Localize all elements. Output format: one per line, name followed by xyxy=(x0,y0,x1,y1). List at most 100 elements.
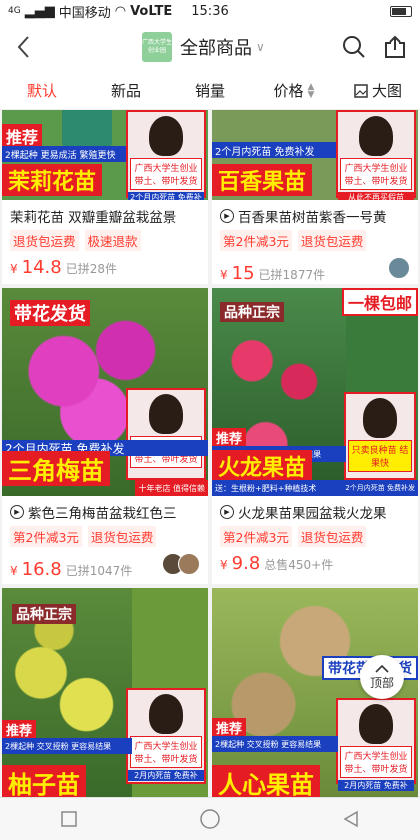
seller-photo: 广西大学生创业 带土、带叶发货 从此不再买假苗 xyxy=(336,110,416,200)
promo-tag: 退货包运费 xyxy=(87,526,157,547)
tab-price-label: 价格 xyxy=(273,82,304,100)
system-nav-bar xyxy=(0,797,420,840)
product-card[interactable]: 品种正宗 一棵包邮 只卖良种苗 结果快 推荐 2棵起种 交叉授粉 更容易结果 火… xyxy=(212,288,418,584)
tab-sales-label: 销量 xyxy=(194,82,225,100)
sort-arrows-icon: ▲ ▼ xyxy=(307,81,315,100)
back-icon xyxy=(17,36,29,58)
buyer-avatars xyxy=(162,553,200,575)
image-product-name: 百香果苗 xyxy=(212,164,313,196)
product-card[interactable]: 推荐 2棵起种 更易成活 繁殖更快 茉莉花苗 广西大学生创业 带土、带叶发货 2… xyxy=(2,110,208,284)
tab-new-label: 新品 xyxy=(110,82,141,100)
quality-badge: 品种正宗 xyxy=(12,604,76,624)
tab-large-view[interactable]: 大图 xyxy=(336,80,420,101)
tab-default[interactable]: 默认 xyxy=(0,80,84,101)
seller-sign: 广西大学生创业 带土、带叶发货 xyxy=(130,158,202,190)
image-subtitle: 2棵起种 交叉授粉 更容易结果 xyxy=(2,738,132,754)
product-title[interactable]: 茉莉花苗 双瓣重瓣盆栽盆景 xyxy=(2,200,208,226)
product-title[interactable]: ▶ 百香果苗树苗紫香一号黄 xyxy=(212,200,418,226)
image-banner: 2个月内死苗 免费补发 xyxy=(212,142,338,158)
share-icon[interactable] xyxy=(384,35,406,59)
seller-photo-footer: 2月内死苗 免费补 xyxy=(128,770,204,781)
currency-symbol: ¥ xyxy=(220,558,228,572)
promo-tag: 退货包运费 xyxy=(10,230,79,251)
product-price: 16.8 xyxy=(21,559,62,580)
quality-badge: 品种正宗 xyxy=(220,302,284,322)
seller-head xyxy=(149,694,183,734)
back-to-top-button[interactable]: 顶部 xyxy=(360,655,404,699)
image-product-name: 茉莉花苗 xyxy=(2,164,103,196)
seller-photo: 广西大学生创业 带土、带叶发货 xyxy=(126,388,206,480)
tab-sales[interactable]: 销量 xyxy=(168,80,252,101)
product-title-text: 百香果苗树苗紫香一号黄 xyxy=(238,210,387,226)
home-icon[interactable] xyxy=(199,808,221,830)
sold-count: 总售450+件 xyxy=(264,558,334,572)
tab-default-label: 默认 xyxy=(26,82,57,100)
seller-photo: 只卖良种苗 结果快 xyxy=(344,392,416,480)
tab-new[interactable]: 新品 xyxy=(84,80,168,101)
product-title-text: 紫色三角梅苗盆栽红色三 xyxy=(28,506,177,522)
product-image[interactable]: 品种正宗 一棵包邮 只卖良种苗 结果快 推荐 2棵起种 交叉授粉 更容易结果 火… xyxy=(212,288,418,496)
product-image[interactable]: 2个月内死苗 免费补发 百香果苗 广西大学生创业 带土、带叶发货 从此不再买假苗 xyxy=(212,110,418,200)
seller-head xyxy=(359,116,393,156)
product-image[interactable]: 推荐 2棵起种 更易成活 繁殖更快 茉莉花苗 广西大学生创业 带土、带叶发货 2… xyxy=(2,110,208,200)
image-product-name: 火龙果苗 xyxy=(212,450,313,482)
avatar xyxy=(388,257,410,279)
promo-tag: 极速退款 xyxy=(84,230,141,251)
back-to-top-label: 顶部 xyxy=(369,675,394,690)
buyer-avatars xyxy=(388,257,410,279)
promo-tag: 退货包运费 xyxy=(297,526,367,547)
recommend-badge: 推荐 xyxy=(212,428,247,447)
flower-badge: 带花发货 xyxy=(10,300,90,326)
avatar xyxy=(178,553,200,575)
sort-tabs: 默认 新品 销量 价格 ▲ ▼ 大图 xyxy=(0,72,420,110)
video-play-icon: ▶ xyxy=(10,505,24,519)
free-shipping-badge: 一棵包邮 xyxy=(341,288,418,316)
recent-apps-icon[interactable] xyxy=(60,810,78,828)
sold-count: 已拼1047件 xyxy=(65,564,133,578)
back-button[interactable] xyxy=(0,22,46,72)
product-card[interactable]: 品种正宗 广西大学生创业 带土、带叶发货 2月内死苗 免费补 推荐 2棵起种 交… xyxy=(2,588,208,800)
product-title[interactable]: ▶ 紫色三角梅苗盆栽红色三 xyxy=(2,496,208,522)
sold-count: 已拼28件 xyxy=(65,262,117,276)
promo-tag: 第2件减3元 xyxy=(10,526,82,547)
image-product-name: 柚子苗 xyxy=(2,765,86,800)
chevron-up-icon xyxy=(375,664,389,673)
product-card[interactable]: 2个月内死苗 免费补发 百香果苗 广西大学生创业 带土、带叶发货 从此不再买假苗… xyxy=(212,110,418,284)
product-title[interactable]: ▶ 火龙果苗果园盆栽火龙果 xyxy=(212,496,418,522)
page-title-text: 全部商品 xyxy=(180,38,252,59)
tab-price[interactable]: 价格 ▲ ▼ xyxy=(252,80,336,101)
back-triangle-icon[interactable] xyxy=(342,810,360,828)
image-footer: 十年老店 值得信赖 xyxy=(135,480,208,496)
seller-sign: 广西大学生创业 带土、带叶发货 xyxy=(340,746,412,778)
status-bar: 4G ▂▄▆ 中国移动 ◠ VoLTE 15:36 xyxy=(0,0,420,22)
seller-head xyxy=(363,398,397,438)
recommend-badge: 推荐 xyxy=(2,124,43,148)
image-subtitle: 2棵起种 交叉授粉 更容易结果 xyxy=(212,736,338,752)
product-card[interactable]: 带花发货 广西大学生创业 带土、带叶发货 2个月内死苗 免费补发 三角梅苗 十年… xyxy=(2,288,208,584)
seller-head xyxy=(149,394,183,434)
battery-icon xyxy=(390,5,412,17)
promo-tag: 退货包运费 xyxy=(297,230,367,251)
seller-sign: 广西大学生创业 带土、带叶发货 xyxy=(130,736,202,768)
shop-logo: 广西大学生创业园 xyxy=(142,32,172,62)
seller-photo: 广西大学生创业 带土、带叶发货 2月内死苗 免费补 xyxy=(336,698,416,791)
recommend-badge: 推荐 xyxy=(2,720,37,739)
image-subtitle: 2棵起种 更易成活 繁殖更快 xyxy=(2,146,128,162)
sold-count: 已拼1877件 xyxy=(258,268,326,282)
page-title[interactable]: 全部商品 ∨ xyxy=(180,34,265,60)
promo-tag: 第2件减3元 xyxy=(220,526,292,547)
product-image[interactable]: 带花发货 广西大学生创业 带土、带叶发货 2个月内死苗 免费补发 三角梅苗 十年… xyxy=(2,288,208,496)
seller-photo: 广西大学生创业 带土、带叶发货 2个月内死苗 免费补发 xyxy=(126,110,206,200)
seller-photo: 广西大学生创业 带土、带叶发货 2月内死苗 免费补 xyxy=(126,688,206,784)
product-image[interactable]: 品种正宗 广西大学生创业 带土、带叶发货 2月内死苗 免费补 推荐 2棵起种 交… xyxy=(2,588,208,800)
clock: 15:36 xyxy=(191,3,229,19)
image-icon xyxy=(354,83,368,98)
header: 广西大学生创业园 全部商品 ∨ xyxy=(0,22,420,72)
seller-sign: 只卖良种苗 结果快 xyxy=(348,440,412,472)
currency-symbol: ¥ xyxy=(10,262,18,276)
currency-symbol: ¥ xyxy=(10,564,18,578)
promo-tag: 第2件减3元 xyxy=(220,230,292,251)
video-play-icon: ▶ xyxy=(220,505,234,519)
seller-photo-footer: 2月内死苗 免费补 xyxy=(338,780,414,791)
search-icon[interactable] xyxy=(342,35,366,59)
